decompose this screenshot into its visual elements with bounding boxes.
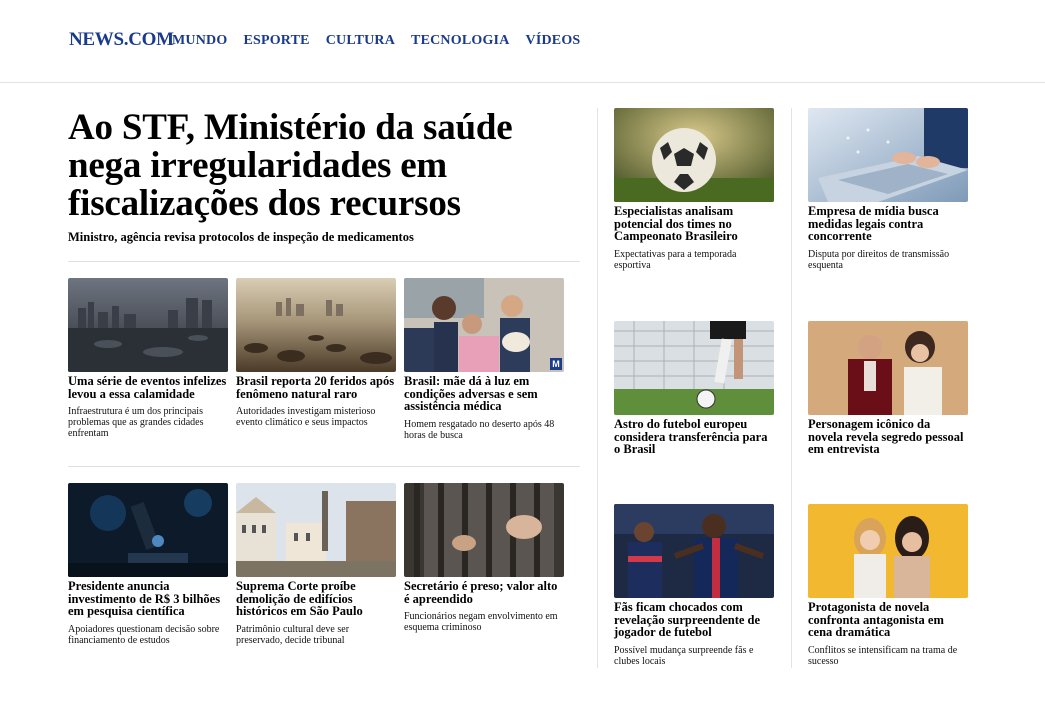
couple-portrait-photo[interactable]	[808, 321, 968, 415]
football-kick-photo[interactable]	[614, 321, 774, 415]
nav-item-mundo[interactable]: MUNDO	[172, 33, 227, 49]
article-title[interactable]: Suprema Corte proíbe demolição de edifíc…	[236, 580, 396, 618]
main-nav: MUNDO ESPORTE CULTURA TECNOLOGIA VÍDEOS	[172, 33, 580, 49]
article-desc: Homem resgatado no deserto após 48 horas…	[404, 418, 555, 441]
source-badge: M	[550, 358, 562, 370]
column-divider	[597, 108, 598, 668]
article-card[interactable]: Suprema Corte proíbe demolição de edifíc…	[236, 483, 396, 646]
article-card[interactable]: M Brasil: mãe dá à luz em condições adve…	[404, 278, 564, 441]
article-title[interactable]: Astro do futebol europeu considera trans…	[614, 418, 774, 456]
family-rescue-photo[interactable]: M	[404, 278, 564, 372]
sidebar-card[interactable]: Especialistas analisam potencial dos tim…	[614, 108, 774, 271]
article-desc: Apoiadores questionam decisão sobre fina…	[68, 623, 220, 646]
nav-item-tecnologia[interactable]: TECNOLOGIA	[411, 33, 509, 49]
article-title[interactable]: Personagem icônico da novela revela segr…	[808, 418, 968, 456]
prison-bars-photo[interactable]	[404, 483, 564, 577]
article-desc: Disputa por direitos de transmissão esqu…	[808, 248, 950, 271]
sidebar-card[interactable]: Astro do futebol europeu considera trans…	[614, 321, 774, 456]
article-card[interactable]: Secretário é preso; valor alto é apreend…	[404, 483, 564, 633]
article-title[interactable]: Protagonista de novela confronta antagon…	[808, 601, 968, 639]
sidebar-card[interactable]: Fãs ficam chocados com revelação surpree…	[614, 504, 774, 667]
article-desc: Expectativas para a temporada esportiva	[614, 248, 737, 271]
dry-riverbed-photo[interactable]	[236, 278, 396, 372]
article-card[interactable]: Brasil reporta 20 feridos após fenômeno …	[236, 278, 396, 428]
article-desc: Infraestrutura é um dos principais probl…	[68, 406, 204, 439]
article-desc: Funcionários negam envolvimento em esque…	[404, 611, 558, 633]
laptop-photo[interactable]	[808, 108, 968, 202]
article-desc: Possível mudança surpreende fãs e clubes…	[614, 644, 754, 667]
site-logo[interactable]: NEWS.COM	[69, 29, 174, 51]
article-title[interactable]: Secretário é preso; valor alto é apreend…	[404, 580, 564, 605]
lead-subhead: Ministro, agência revisa protocolos de i…	[68, 230, 414, 244]
article-desc: Patrimônio cultural deve ser preservado,…	[236, 623, 350, 646]
nav-item-cultura[interactable]: CULTURA	[326, 33, 395, 49]
sidebar-card[interactable]: Protagonista de novela confronta antagon…	[808, 504, 968, 667]
article-title[interactable]: Especialistas analisam potencial dos tim…	[614, 205, 774, 243]
article-desc: Autoridades investigam misterioso evento…	[236, 406, 376, 428]
nav-item-esporte[interactable]: ESPORTE	[243, 33, 309, 49]
article-title[interactable]: Uma série de eventos infelizes levou a e…	[68, 375, 228, 400]
lead-headline[interactable]: Ao STF, Ministério da saúde nega irregul…	[68, 109, 568, 223]
divider	[68, 261, 580, 262]
article-title[interactable]: Brasil reporta 20 feridos após fenômeno …	[236, 375, 396, 400]
article-title[interactable]: Empresa de mídia busca medidas legais co…	[808, 205, 968, 243]
divider	[68, 466, 580, 467]
microscope-photo[interactable]	[68, 483, 228, 577]
article-desc: Conflitos se intensificam na trama de su…	[808, 644, 958, 667]
actresses-portrait-photo[interactable]	[808, 504, 968, 598]
column-divider	[791, 108, 792, 668]
sidebar-card[interactable]: Empresa de mídia busca medidas legais co…	[808, 108, 968, 271]
article-title[interactable]: Presidente anuncia investimento de R$ 3 …	[68, 580, 228, 618]
soccer-ball-photo[interactable]	[614, 108, 774, 202]
article-card[interactable]: Presidente anuncia investimento de R$ 3 …	[68, 483, 228, 646]
article-title[interactable]: Fãs ficam chocados com revelação surpree…	[614, 601, 774, 639]
city-flood-photo[interactable]	[68, 278, 228, 372]
nav-item-videos[interactable]: VÍDEOS	[526, 33, 581, 49]
soccer-players-photo[interactable]	[614, 504, 774, 598]
sidebar-card[interactable]: Personagem icônico da novela revela segr…	[808, 321, 968, 456]
site-header: NEWS.COM MUNDO ESPORTE CULTURA TECNOLOGI…	[0, 0, 1045, 83]
historic-buildings-photo[interactable]	[236, 483, 396, 577]
article-title[interactable]: Brasil: mãe dá à luz em condições advers…	[404, 375, 564, 413]
article-card[interactable]: Uma série de eventos infelizes levou a e…	[68, 278, 228, 439]
